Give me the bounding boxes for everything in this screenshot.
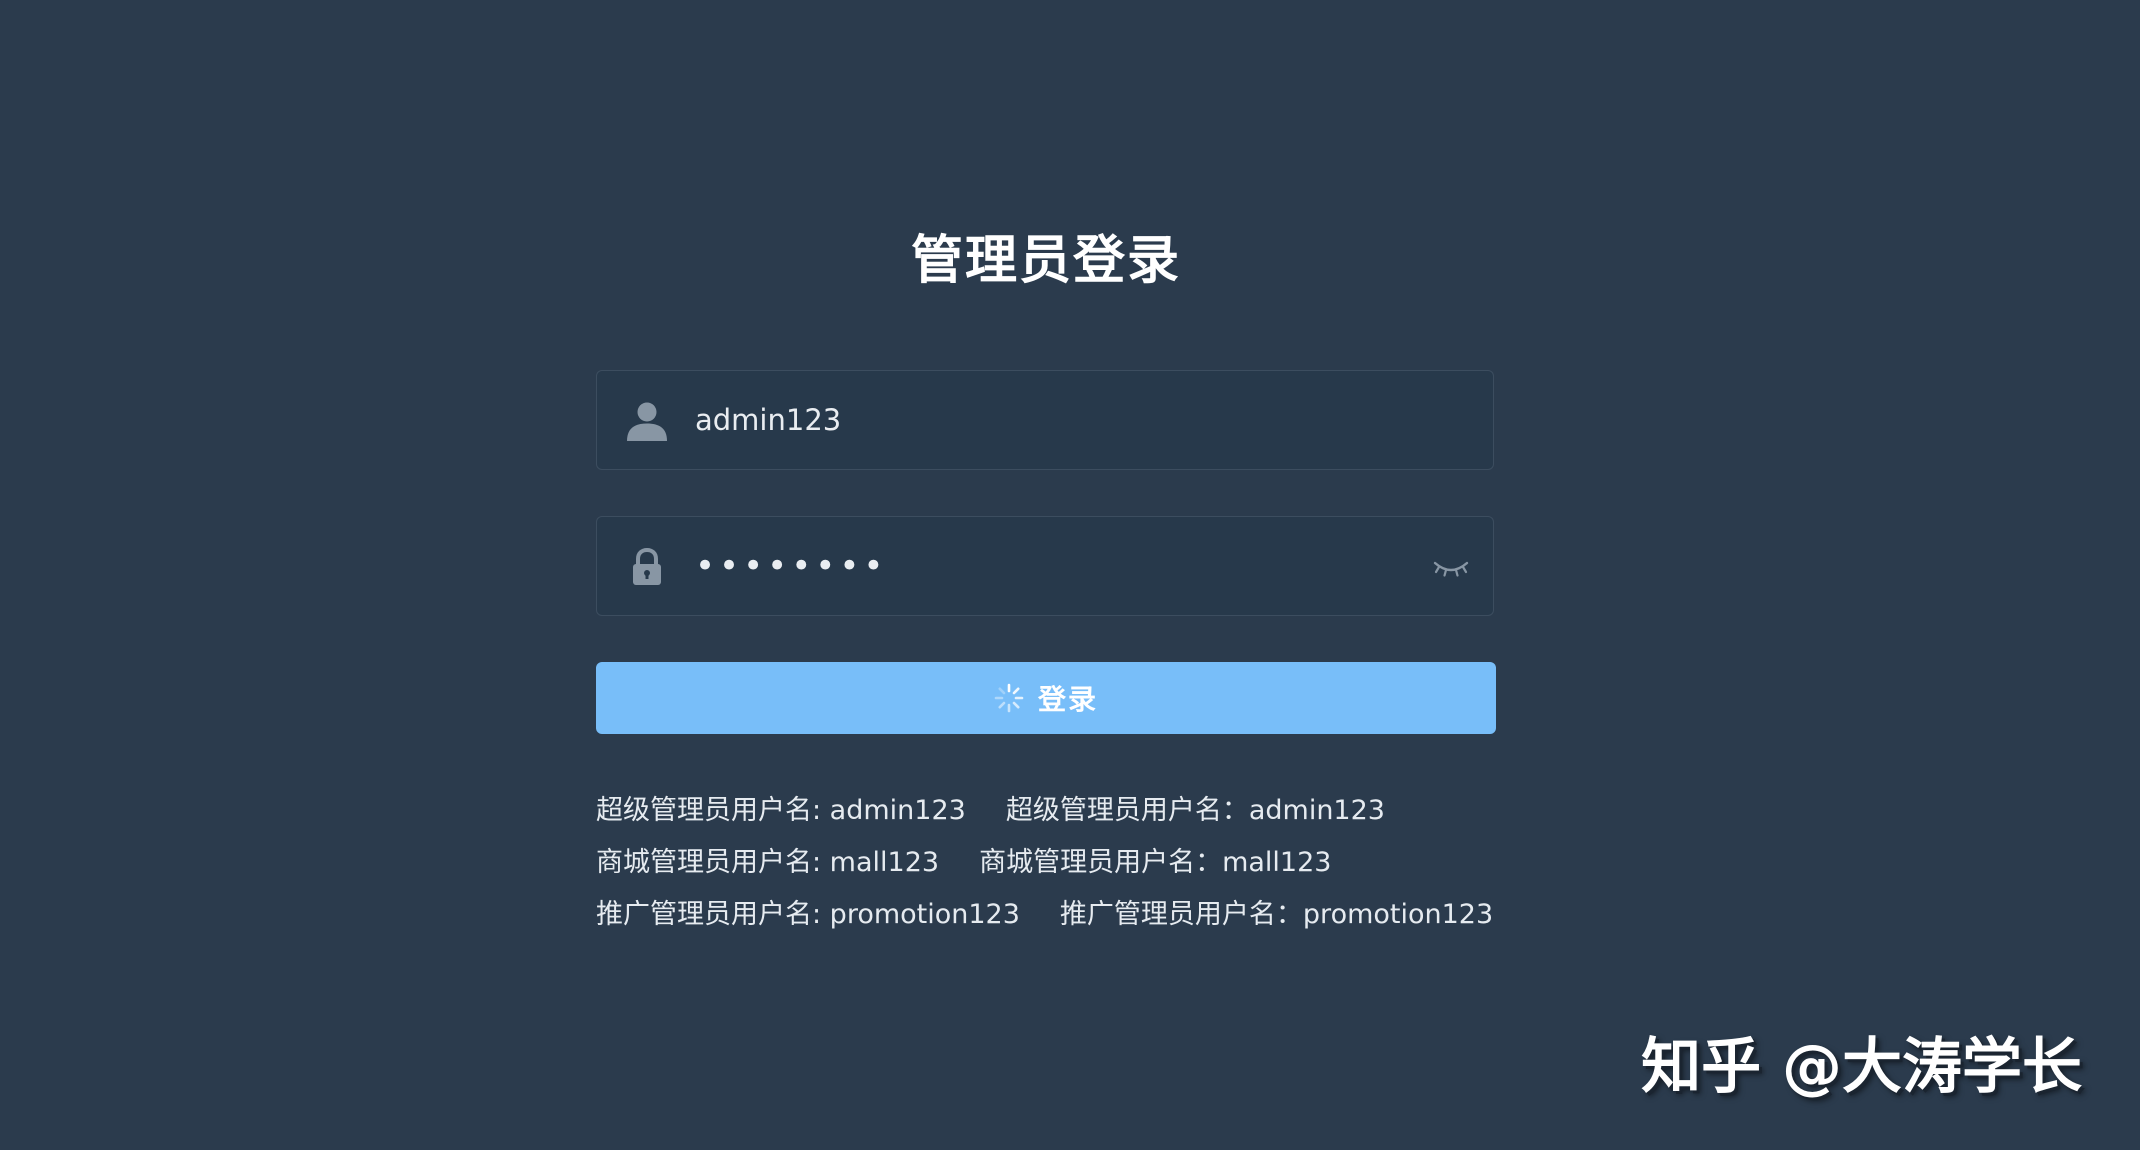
page-title: 管理员登录 xyxy=(910,231,1181,291)
password-input[interactable] xyxy=(695,517,1435,615)
hint-text: 超级管理员用户名: admin123 xyxy=(596,795,966,826)
hint-row-promotion-admin: 推广管理员用户名: promotion123 推广管理员用户名：promotion… xyxy=(596,889,1596,941)
eye-closed-icon[interactable] xyxy=(1431,549,1471,585)
hint-row-mall-admin: 商城管理员用户名: mall123 商城管理员用户名：mall123 xyxy=(596,837,1596,889)
hint-text: 推广管理员用户名：promotion123 xyxy=(1059,899,1494,930)
password-field[interactable] xyxy=(596,516,1494,616)
login-button[interactable]: 登录 xyxy=(596,662,1496,734)
username-field[interactable] xyxy=(596,370,1494,470)
watermark: 知乎 @大涛学长 xyxy=(1641,1032,2082,1102)
hint-row-super-admin: 超级管理员用户名: admin123 超级管理员用户名：admin123 xyxy=(596,785,1596,837)
hint-text: 商城管理员用户名: mall123 xyxy=(596,847,940,878)
loading-spinner-icon xyxy=(994,683,1024,713)
hint-text: 商城管理员用户名：mall123 xyxy=(979,847,1332,878)
account-hints: 超级管理员用户名: admin123 超级管理员用户名：admin123 商城管理… xyxy=(596,785,1596,941)
hint-text: 推广管理员用户名: promotion123 xyxy=(596,899,1020,930)
hint-text: 超级管理员用户名：admin123 xyxy=(1005,795,1385,826)
lock-icon xyxy=(633,547,661,585)
username-input[interactable] xyxy=(695,371,1435,469)
user-icon xyxy=(627,402,667,441)
login-button-label: 登录 xyxy=(1037,683,1098,716)
